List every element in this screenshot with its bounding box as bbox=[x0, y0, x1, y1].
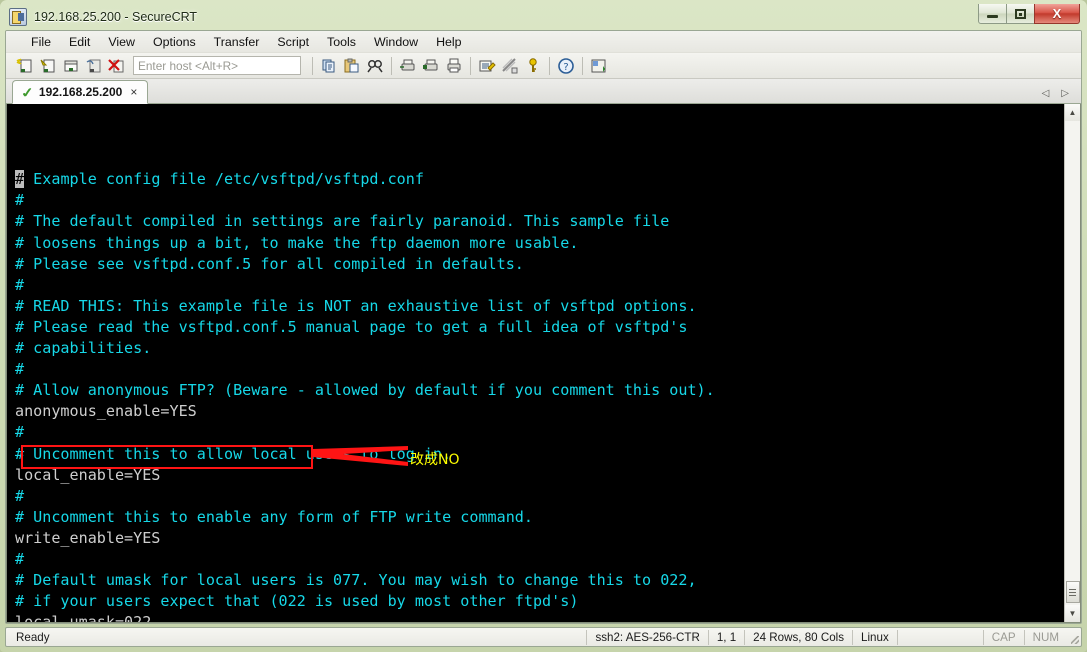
tab-192-168-25-200[interactable]: ✓ 192.168.25.200 × bbox=[12, 80, 149, 104]
terminal-line: write_enable=YES bbox=[15, 528, 161, 547]
status-emulation: Linux bbox=[861, 630, 889, 644]
menu-options[interactable]: Options bbox=[144, 33, 205, 51]
paste-icon[interactable] bbox=[341, 55, 363, 77]
terminal-screen[interactable]: # Example config file /etc/vsftpd/vsftpd… bbox=[13, 104, 1064, 622]
terminal-text: # Example config file /etc/vsftpd/vsftpd… bbox=[15, 169, 1064, 622]
terminal-line: # capabilities. bbox=[15, 339, 152, 358]
window-title: 192.168.25.200 - SecureCRT bbox=[34, 10, 198, 24]
restore-icon bbox=[1015, 8, 1026, 19]
clone-session-icon[interactable] bbox=[60, 55, 82, 77]
tab-close-icon[interactable]: × bbox=[128, 85, 139, 99]
terminal-line: local_umask=022 bbox=[15, 612, 1064, 622]
minimize-icon bbox=[987, 14, 998, 18]
menu-tools[interactable]: Tools bbox=[318, 33, 365, 51]
scroll-down-icon[interactable]: ▼ bbox=[1064, 605, 1080, 622]
print-screen-icon[interactable] bbox=[397, 55, 419, 77]
copy-icon[interactable] bbox=[318, 55, 340, 77]
status-ready: Ready bbox=[16, 630, 50, 644]
status-num: NUM bbox=[1032, 630, 1059, 644]
key-icon[interactable] bbox=[522, 55, 544, 77]
file-transfer-icon[interactable] bbox=[588, 55, 610, 77]
menu-edit[interactable]: Edit bbox=[60, 33, 99, 51]
tab-nav-prev-icon[interactable]: ◁ bbox=[1042, 88, 1050, 99]
menu-help[interactable]: Help bbox=[427, 33, 470, 51]
connect-sftp-icon[interactable] bbox=[37, 55, 59, 77]
terminal-line: # loosens things up a bit, to make the f… bbox=[15, 233, 579, 252]
menu-script[interactable]: Script bbox=[268, 33, 318, 51]
log-session-icon[interactable] bbox=[420, 55, 442, 77]
securecrt-window: 192.168.25.200 - SecureCRT X File Edit V… bbox=[0, 0, 1087, 652]
scroll-up-icon[interactable]: ▲ bbox=[1064, 104, 1080, 121]
terminal-line: anonymous_enable=YES bbox=[15, 402, 197, 421]
tab-label: 192.168.25.200 bbox=[38, 85, 123, 99]
print-icon[interactable] bbox=[443, 55, 465, 77]
terminal-line: # Please read the vsftpd.conf.5 manual p… bbox=[15, 317, 688, 336]
reconnect-icon[interactable] bbox=[83, 55, 105, 77]
svg-text:?: ? bbox=[563, 62, 568, 73]
resize-grip-icon[interactable] bbox=[1067, 628, 1081, 646]
status-dimensions: 24 Rows, 80 Cols bbox=[753, 630, 845, 644]
terminal-line: local_enable=YES bbox=[15, 465, 161, 484]
menu-bar: File Edit View Options Transfer Script T… bbox=[6, 31, 1081, 53]
menu-file[interactable]: File bbox=[22, 33, 60, 51]
host-input[interactable]: Enter host <Alt+R> bbox=[133, 56, 301, 75]
toolbar-separator bbox=[312, 56, 313, 75]
terminal-scrollbar[interactable]: ▲ ▼ bbox=[1064, 104, 1080, 622]
toolbar: Enter host <Alt+R> ? bbox=[6, 53, 1081, 79]
terminal-line: # bbox=[15, 549, 25, 568]
menu-window[interactable]: Window bbox=[365, 33, 427, 51]
client-area: File Edit View Options Transfer Script T… bbox=[5, 30, 1082, 624]
status-cipher: ssh2: AES-256-CTR bbox=[595, 630, 700, 644]
menu-view[interactable]: View bbox=[99, 33, 144, 51]
terminal-line: # Uncomment this to enable any form of F… bbox=[15, 507, 533, 526]
connected-check-icon: ✓ bbox=[19, 83, 36, 101]
find-icon[interactable] bbox=[364, 55, 386, 77]
terminal-cursor: # bbox=[15, 170, 25, 189]
close-button[interactable]: X bbox=[1034, 4, 1080, 24]
tab-strip: ✓ 192.168.25.200 × ◁ ▷ bbox=[6, 79, 1081, 104]
tab-nav-buttons: ◁ ▷ bbox=[1042, 88, 1069, 99]
status-blank bbox=[898, 628, 983, 646]
session-options-icon[interactable] bbox=[476, 55, 498, 77]
terminal-line: # Default umask for local users is 077. … bbox=[15, 571, 697, 590]
global-options-icon[interactable] bbox=[499, 55, 521, 77]
terminal-line: # READ THIS: This example file is NOT an… bbox=[15, 296, 697, 315]
toolbar-separator bbox=[582, 56, 583, 75]
terminal-line: # bbox=[15, 360, 25, 379]
menu-transfer[interactable]: Transfer bbox=[205, 33, 269, 51]
scrollbar-track[interactable] bbox=[1064, 121, 1080, 605]
terminal-line: # Example config file /etc/vsftpd/vsftpd… bbox=[15, 170, 424, 189]
terminal-line: # bbox=[15, 423, 25, 442]
disconnect-icon[interactable] bbox=[106, 55, 128, 77]
toolbar-separator bbox=[391, 56, 392, 75]
terminal-line: # bbox=[15, 486, 25, 505]
status-caps: CAP bbox=[991, 630, 1016, 644]
scrollbar-thumb[interactable] bbox=[1065, 581, 1080, 603]
terminal-line: # The default compiled in settings are f… bbox=[15, 212, 670, 231]
title-bar: 192.168.25.200 - SecureCRT X bbox=[5, 4, 1082, 30]
terminal-line: # Uncomment this to allow local users to… bbox=[15, 444, 452, 463]
terminal-line: # Allow anonymous FTP? (Beware - allowed… bbox=[15, 381, 715, 400]
terminal-line: # if your users expect that (022 is used… bbox=[15, 592, 579, 611]
toolbar-separator bbox=[549, 56, 550, 75]
new-session-icon[interactable] bbox=[14, 55, 36, 77]
securecrt-icon bbox=[9, 8, 27, 26]
status-position: 1, 1 bbox=[716, 630, 737, 644]
terminal-line: # bbox=[15, 191, 25, 210]
minimize-button[interactable] bbox=[978, 4, 1007, 24]
terminal-line: # bbox=[15, 275, 25, 294]
terminal-pane: # Example config file /etc/vsftpd/vsftpd… bbox=[6, 104, 1081, 623]
status-bar: Ready ssh2: AES-256-CTR 1, 1 24 Rows, 80… bbox=[5, 627, 1082, 647]
help-icon[interactable]: ? bbox=[555, 55, 577, 77]
restore-button[interactable] bbox=[1006, 4, 1035, 24]
tab-nav-next-icon[interactable]: ▷ bbox=[1061, 88, 1069, 99]
toolbar-separator bbox=[470, 56, 471, 75]
terminal-line: # Please see vsftpd.conf.5 for all compi… bbox=[15, 254, 524, 273]
window-controls: X bbox=[978, 4, 1080, 24]
